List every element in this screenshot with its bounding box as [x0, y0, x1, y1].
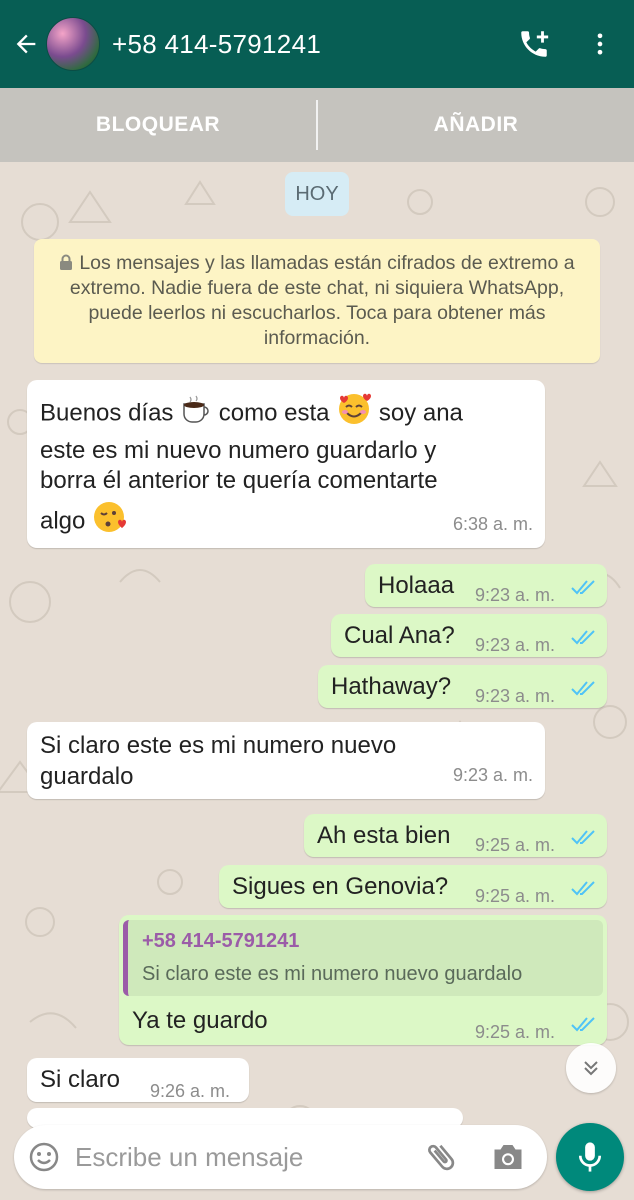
message-outgoing[interactable]: Holaaa 9:23 a. m. [365, 564, 607, 607]
message-text: Buenos días como esta soy ana [40, 392, 463, 436]
encryption-notice-text: Los mensajes y las llamadas están cifrad… [69, 252, 575, 349]
message-outgoing[interactable]: Ah esta bien 9:25 a. m. [304, 814, 607, 857]
contact-name[interactable]: +58 414-5791241 [112, 29, 510, 60]
message-text-line: guardalo [40, 763, 134, 790]
double-check-icon [571, 1017, 595, 1032]
block-button[interactable]: BLOQUEAR [0, 113, 316, 137]
message-text-part: Buenos días [40, 399, 174, 427]
message-composer[interactable]: Escribe un mensaje [14, 1125, 547, 1189]
add-call-icon [521, 31, 549, 57]
message-text-part: como esta [218, 399, 330, 427]
emoji-icon[interactable] [28, 1141, 60, 1173]
message-text: Ah esta bien [317, 822, 451, 849]
camera-icon[interactable] [490, 1140, 526, 1174]
smiling-face-hearts-emoji-icon [336, 392, 372, 436]
message-time: 9:25 a. m. [475, 886, 556, 906]
avatar[interactable] [46, 17, 100, 71]
mic-icon [578, 1142, 602, 1172]
menu-button[interactable] [576, 20, 624, 68]
message-text-line: borra él anterior te quería comentarte [40, 467, 438, 494]
double-check-icon [571, 830, 595, 845]
voice-message-button[interactable] [556, 1123, 624, 1191]
scroll-to-bottom-button[interactable] [566, 1043, 616, 1093]
message-time: 9:26 a. m. [150, 1081, 231, 1101]
message-incoming[interactable]: Si claro este es mi numero nuevo guardal… [27, 722, 545, 799]
message-text: Ya te guardo [132, 1007, 268, 1034]
message-text-line: Si claro este es mi numero nuevo [40, 732, 397, 759]
more-vertical-icon [597, 33, 603, 55]
message-text-part: soy ana [378, 399, 463, 427]
message-incoming[interactable]: Si claro 9:26 a. m. [27, 1058, 249, 1102]
message-text: Si claro [40, 1066, 121, 1093]
chat-header: +58 414-5791241 [0, 0, 634, 88]
quoted-sender: +58 414-5791241 [142, 930, 300, 952]
lock-icon [60, 254, 73, 270]
back-button[interactable] [6, 24, 46, 64]
double-check-icon [571, 681, 595, 696]
message-time: 9:25 a. m. [475, 1022, 556, 1042]
message-time: 9:23 a. m. [475, 635, 556, 655]
arrow-left-icon [16, 34, 36, 54]
coffee-emoji-icon [180, 394, 212, 434]
add-contact-button[interactable]: AÑADIR [318, 113, 634, 137]
quoted-text: Si claro este es mi numero nuevo guardal… [142, 963, 523, 985]
message-time: 9:23 a. m. [452, 765, 533, 785]
face-blowing-kiss-emoji-icon [92, 500, 128, 544]
message-text: Holaaa [378, 572, 455, 599]
message-input[interactable]: Escribe un mensaje [75, 1142, 303, 1173]
encryption-notice[interactable]: Los mensajes y las llamadas están cifrad… [34, 239, 600, 363]
date-chip: HOY [285, 172, 349, 216]
message-text-line: algo [40, 500, 128, 544]
message-time: 9:25 a. m. [475, 835, 556, 855]
chevron-double-down-icon [584, 1061, 598, 1076]
message-time: 6:38 a. m. [452, 514, 533, 534]
message-outgoing[interactable]: Sigues en Genovia? 9:25 a. m. [219, 865, 607, 908]
message-incoming[interactable]: Buenos días como esta soy ana este es mi… [27, 380, 545, 548]
message-time: 9:23 a. m. [475, 585, 556, 605]
message-text-part: algo [40, 507, 86, 535]
quoted-message[interactable]: +58 414-5791241 Si claro este es mi nume… [123, 920, 603, 996]
double-check-icon [571, 580, 595, 595]
message-text: Hathaway? [331, 673, 452, 700]
double-check-icon [571, 630, 595, 645]
message-outgoing[interactable]: Hathaway? 9:23 a. m. [318, 665, 607, 708]
message-text: Cual Ana? [344, 622, 455, 649]
double-check-icon [571, 881, 595, 896]
add-call-button[interactable] [510, 20, 558, 68]
message-outgoing[interactable]: Cual Ana? 9:23 a. m. [331, 614, 607, 657]
unknown-contact-actions: BLOQUEAR AÑADIR [0, 88, 634, 162]
paperclip-icon[interactable] [423, 1139, 459, 1175]
message-time: 9:23 a. m. [475, 686, 556, 706]
message-text: Sigues en Genovia? [232, 873, 449, 900]
